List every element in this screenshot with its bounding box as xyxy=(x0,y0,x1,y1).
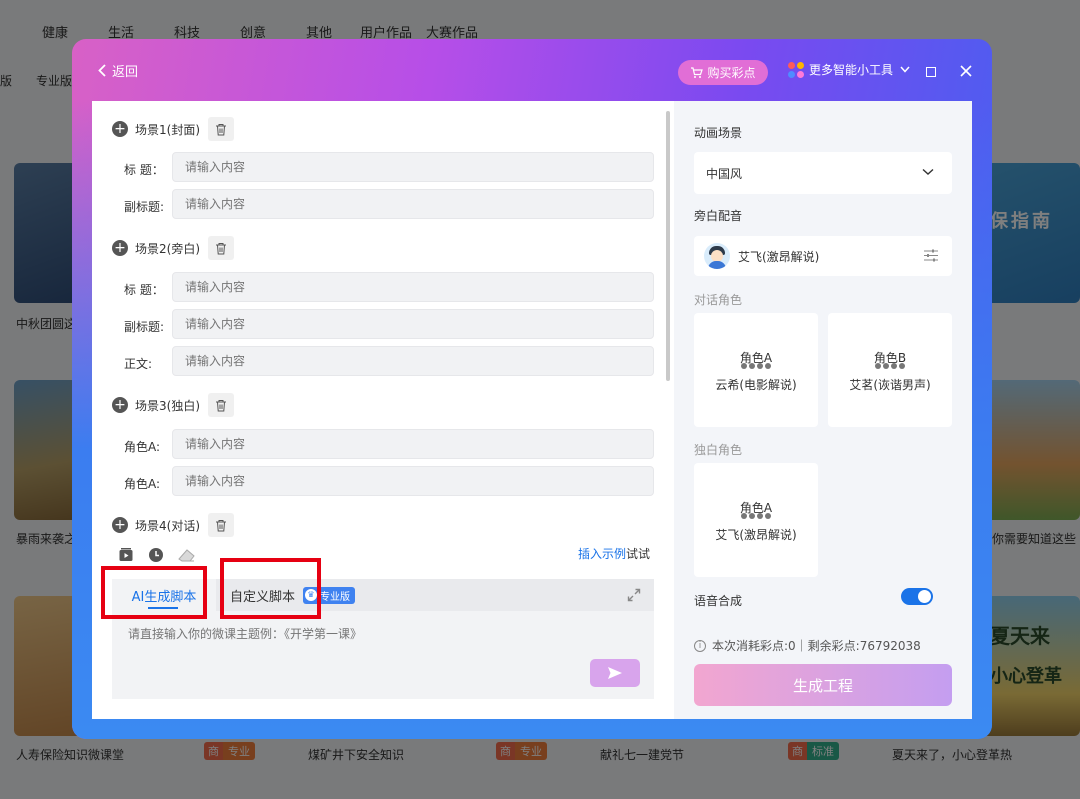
scrollbar[interactable] xyxy=(666,111,670,381)
apps-icon xyxy=(788,61,804,78)
points-cost-text: 本次消耗彩点:0｜剩余彩点:76792038 xyxy=(712,639,921,653)
more-tools-label: 更多智能小工具 xyxy=(809,63,894,77)
tts-label: 语音合成 xyxy=(694,594,743,608)
insert-example-link[interactable]: 插入示例 xyxy=(578,547,626,561)
scene-label: 动画场景 xyxy=(694,126,743,140)
delete-scene-button[interactable] xyxy=(208,117,234,141)
back-label: 返回 xyxy=(112,65,139,80)
insert-example: 插入示例试试 xyxy=(578,545,650,562)
buy-points-label: 购买彩点 xyxy=(707,66,756,80)
more-icon xyxy=(828,363,952,369)
delete-scene-button[interactable] xyxy=(208,236,234,260)
narration-label: 旁白配音 xyxy=(694,209,743,223)
subtitle-input[interactable] xyxy=(172,189,654,219)
role-voice: 艾茗(诙谐男声) xyxy=(849,378,931,392)
field-label: 角色A: xyxy=(124,477,161,491)
chevron-down-icon xyxy=(900,66,910,73)
scene-select[interactable]: 中国风 xyxy=(694,152,952,194)
settings-panel: 动画场景 中国风 旁白配音 艾飞(激昂解说) 对话角色 角色A 云希(电影解说)… xyxy=(674,101,972,719)
highlight-box xyxy=(220,558,321,619)
role-a-input[interactable] xyxy=(172,466,654,496)
scene-title: 场景2(旁白) xyxy=(135,241,200,256)
more-icon xyxy=(694,513,818,519)
chevron-down-icon xyxy=(922,168,934,175)
plus-icon[interactable]: + xyxy=(112,121,128,137)
info-icon: i xyxy=(694,639,706,652)
narration-voice-name: 艾飞(激昂解说) xyxy=(738,249,820,264)
trash-icon xyxy=(216,399,226,411)
dialogue-label: 对话角色 xyxy=(694,293,743,307)
delete-scene-button[interactable] xyxy=(208,513,234,537)
plus-icon[interactable]: + xyxy=(112,517,128,533)
send-icon xyxy=(608,667,622,679)
sliders-icon[interactable] xyxy=(924,249,938,262)
field-label: 正文: xyxy=(124,357,153,371)
scene-header: + 场景1(封面) xyxy=(112,117,234,141)
chevron-left-icon xyxy=(98,64,106,77)
avatar xyxy=(704,243,730,269)
more-icon xyxy=(694,363,818,369)
back-button[interactable]: 返回 xyxy=(98,61,138,80)
insert-example-suffix: 试试 xyxy=(626,547,651,561)
field-label: 副标题: xyxy=(124,200,165,214)
dialogue-role-card[interactable]: 角色A 云希(电影解说) xyxy=(694,313,818,427)
scene-header: + 场景2(旁白) xyxy=(112,236,234,260)
narration-voice-select[interactable]: 艾飞(激昂解说) xyxy=(694,236,952,276)
script-generator-modal: 返回 购买彩点 更多智能小工具 + 场景1(封面) 标 题： 副标题: xyxy=(72,39,992,739)
maximize-icon[interactable] xyxy=(926,67,936,77)
clock-icon[interactable] xyxy=(148,547,164,563)
script-toolbar xyxy=(118,547,195,563)
topic-input[interactable] xyxy=(128,623,628,645)
body-input[interactable] xyxy=(172,346,654,376)
field-label: 角色A: xyxy=(124,440,161,454)
highlight-box xyxy=(101,566,207,619)
title-input[interactable] xyxy=(172,272,654,302)
role-voice: 云希(电影解说) xyxy=(715,378,797,392)
plus-icon[interactable]: + xyxy=(112,397,128,413)
cart-icon xyxy=(691,66,704,78)
plus-icon[interactable]: + xyxy=(112,240,128,256)
scene-title: 场景1(封面) xyxy=(135,122,200,137)
dialogue-role-card[interactable]: 角色B 艾茗(诙谐男声) xyxy=(828,313,952,427)
expand-icon[interactable] xyxy=(626,587,642,603)
script-editor-panel: + 场景1(封面) 标 题： 副标题: + 场景2(旁白) 标 题： 副标题: … xyxy=(92,101,674,719)
trash-icon xyxy=(216,519,226,531)
more-tools-dropdown[interactable]: 更多智能小工具 xyxy=(788,61,910,78)
role-voice: 艾飞(激昂解说) xyxy=(715,528,797,542)
scene-header: + 场景4(对话) xyxy=(112,513,234,537)
field-label: 标 题： xyxy=(124,163,164,177)
send-button[interactable] xyxy=(590,659,640,687)
role-a-input[interactable] xyxy=(172,429,654,459)
buy-points-button[interactable]: 购买彩点 xyxy=(678,60,768,85)
close-icon[interactable] xyxy=(959,64,973,78)
points-cost: i 本次消耗彩点:0｜剩余彩点:76792038 xyxy=(694,637,921,654)
title-input[interactable] xyxy=(172,152,654,182)
monologue-role-card[interactable]: 角色A 艾飞(激昂解说) xyxy=(694,463,818,577)
field-label: 标 题： xyxy=(124,283,164,297)
scene-title: 场景4(对话) xyxy=(135,518,200,533)
pro-badge-label: 专业版 xyxy=(320,591,351,603)
delete-scene-button[interactable] xyxy=(208,393,234,417)
scene-header: + 场景3(独白) xyxy=(112,393,234,417)
monologue-label: 独白角色 xyxy=(694,443,743,457)
trash-icon xyxy=(216,242,226,254)
eraser-icon[interactable] xyxy=(178,547,195,563)
scene-select-value: 中国风 xyxy=(706,166,743,181)
video-icon[interactable] xyxy=(118,547,134,563)
trash-icon xyxy=(216,123,226,135)
generate-project-button[interactable]: 生成工程 xyxy=(694,664,952,706)
subtitle-input[interactable] xyxy=(172,309,654,339)
tts-toggle[interactable] xyxy=(901,588,933,605)
field-label: 副标题: xyxy=(124,320,165,334)
modal-header: 返回 购买彩点 更多智能小工具 xyxy=(72,39,992,101)
scene-title: 场景3(独白) xyxy=(135,398,200,413)
